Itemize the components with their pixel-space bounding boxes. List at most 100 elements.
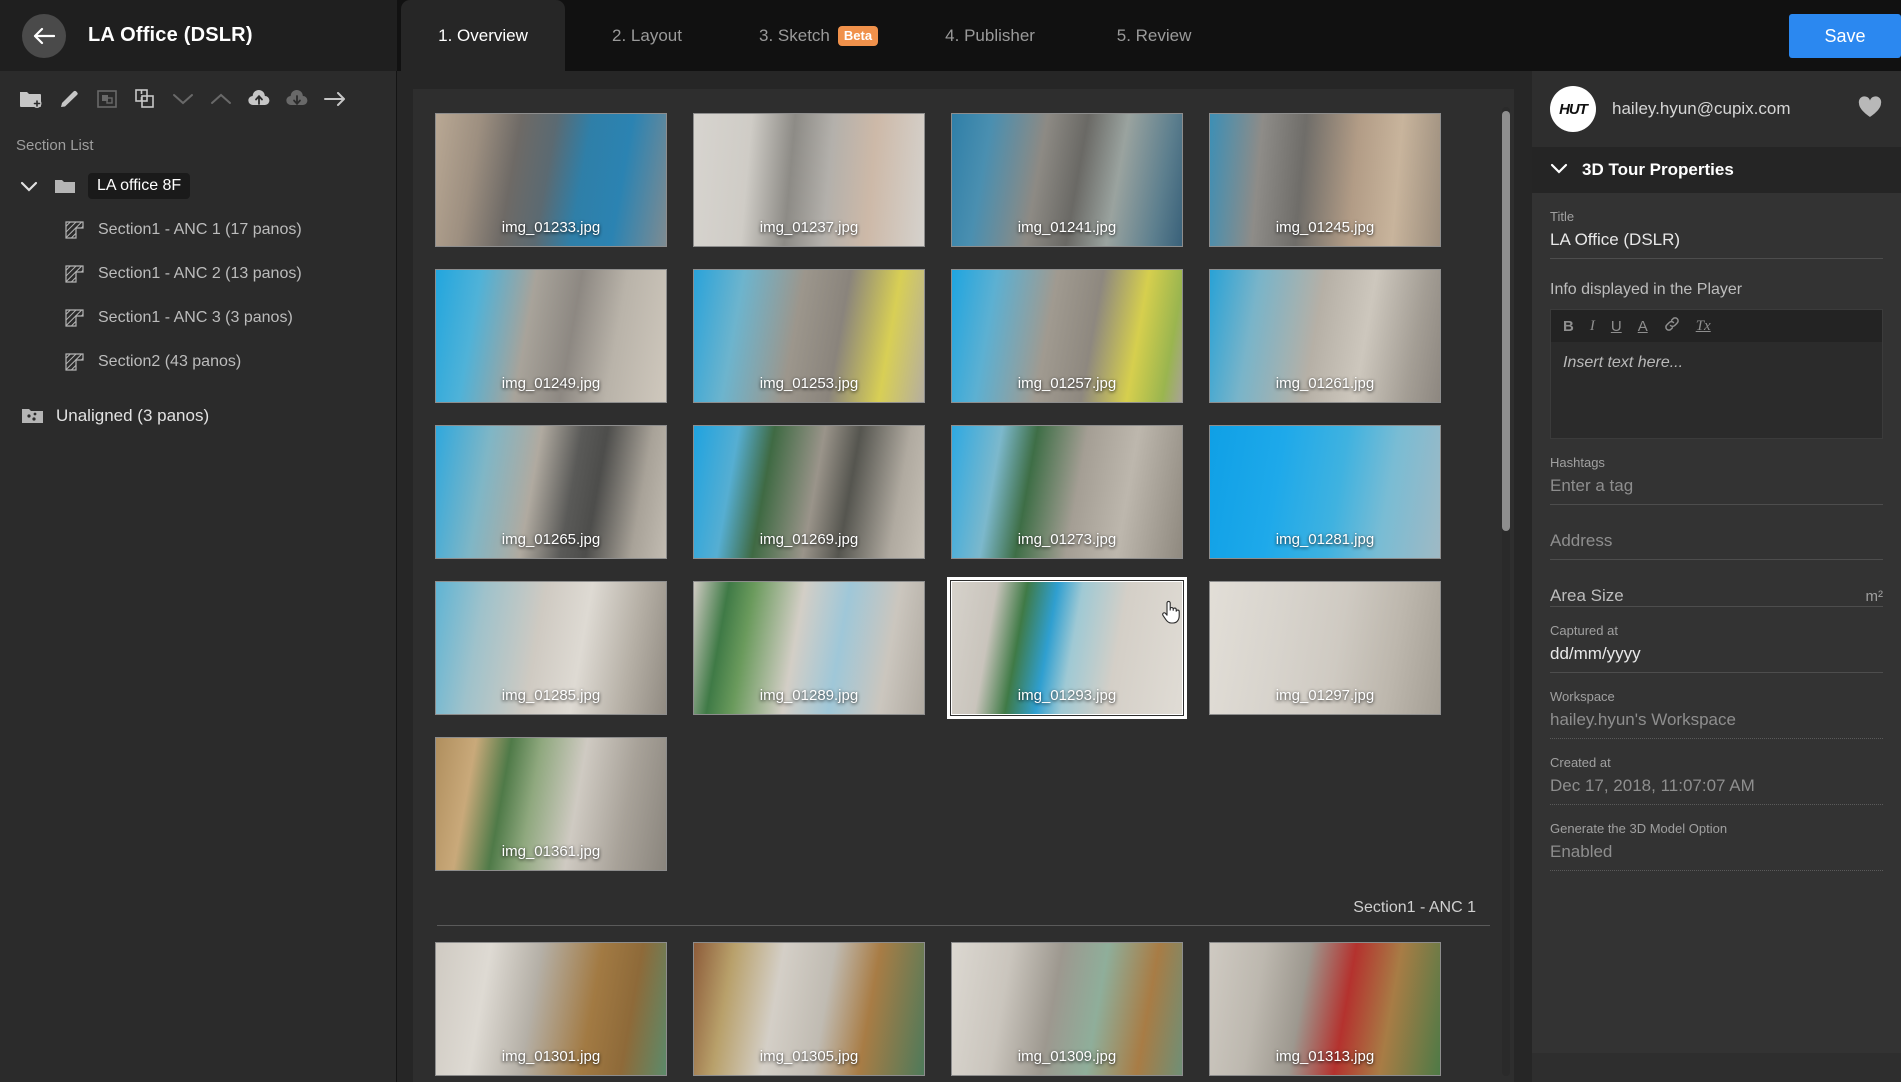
tab-publisher[interactable]: 4. Publisher <box>908 0 1072 71</box>
thumbnail-image <box>1210 270 1440 402</box>
captured-at-input[interactable]: dd/mm/yyyy <box>1550 644 1883 673</box>
link-icon[interactable] <box>1664 316 1680 336</box>
grid-row: img_01249.jpg img_01253.jpg img_01257.jp… <box>435 269 1492 403</box>
panorama-thumbnail[interactable]: img_01285.jpg <box>435 581 667 715</box>
sidebar-item-label: Section2 (43 panos) <box>98 353 241 371</box>
avatar[interactable]: HUT <box>1550 86 1596 132</box>
cloud-upload-icon[interactable] <box>244 84 274 114</box>
thumbnail-image <box>1210 582 1440 714</box>
section-icon <box>62 353 88 371</box>
sidebar-item-section2[interactable]: Section2 (43 panos) <box>0 340 396 384</box>
edit-pencil-icon[interactable] <box>54 84 84 114</box>
thumbnail-image <box>694 114 924 246</box>
rich-text-editor: B I U A Tx Insert text here... <box>1550 309 1883 439</box>
panorama-thumbnail[interactable]: img_01361.jpg <box>435 737 667 871</box>
panorama-thumbnail[interactable]: img_01301.jpg <box>435 942 667 1076</box>
sidebar-item-section1-anc1[interactable]: Section1 - ANC 1 (17 panos) <box>0 208 396 252</box>
arrow-right-icon[interactable] <box>320 84 350 114</box>
tab-overview[interactable]: 1. Overview <box>401 0 565 71</box>
sidebar-item-label: Unaligned (3 panos) <box>56 406 209 426</box>
heart-icon[interactable] <box>1857 95 1883 124</box>
field-hashtags: Hashtags Enter a tag <box>1550 439 1883 505</box>
thumbnail-image <box>436 582 666 714</box>
tab-publisher-label: 4. Publisher <box>945 26 1035 46</box>
field-model-option: Generate the 3D Model Option Enabled <box>1550 805 1883 871</box>
panorama-thumbnail[interactable]: img_01309.jpg <box>951 942 1183 1076</box>
panorama-thumbnail[interactable]: img_01281.jpg <box>1209 425 1441 559</box>
area-size-input[interactable]: Area Size m² <box>1550 586 1883 607</box>
properties-header[interactable]: 3D Tour Properties <box>1532 147 1901 193</box>
model-option-value: Enabled <box>1550 842 1883 871</box>
panorama-thumbnail[interactable]: img_01237.jpg <box>693 113 925 247</box>
underline-icon[interactable]: U <box>1611 318 1622 335</box>
thumbnail-image <box>694 943 924 1075</box>
panorama-thumbnail[interactable]: img_01249.jpg <box>435 269 667 403</box>
panorama-thumbnail[interactable]: img_01253.jpg <box>693 269 925 403</box>
panorama-thumbnail[interactable]: img_01297.jpg <box>1209 581 1441 715</box>
panorama-thumbnail[interactable]: img_01269.jpg <box>693 425 925 559</box>
merge-section-icon[interactable] <box>92 84 122 114</box>
tab-layout[interactable]: 2. Layout <box>565 0 729 71</box>
scrollbar-thumb[interactable] <box>1502 111 1510 531</box>
page-title: LA Office (DSLR) <box>88 24 253 47</box>
clear-format-icon[interactable]: Tx <box>1696 318 1711 335</box>
rte-placeholder[interactable]: Insert text here... <box>1551 342 1882 438</box>
font-color-icon[interactable]: A <box>1638 318 1648 335</box>
panorama-thumbnail[interactable]: img_01305.jpg <box>693 942 925 1076</box>
sidebar-item-section1-anc3[interactable]: Section1 - ANC 3 (3 panos) <box>0 296 396 340</box>
panorama-grid-panel: img_01233.jpg img_01237.jpg img_01241.jp… <box>397 71 1532 1082</box>
field-captured-label: Captured at <box>1550 623 1883 638</box>
panorama-thumbnail[interactable]: img_01241.jpg <box>951 113 1183 247</box>
thumbnail-image <box>1210 943 1440 1075</box>
thumbnail-image <box>952 582 1182 714</box>
grid-row: img_01233.jpg img_01237.jpg img_01241.jp… <box>435 113 1492 247</box>
tab-sketch[interactable]: 3. Sketch Beta <box>729 0 908 71</box>
grid-section-caption: Section1 - ANC 1 <box>437 893 1490 926</box>
section-icon <box>62 309 88 327</box>
add-folder-icon[interactable] <box>16 84 46 114</box>
grid-row: img_01265.jpg img_01269.jpg img_01273.jp… <box>435 425 1492 559</box>
tree-root-folder[interactable]: LA office 8F <box>0 164 396 208</box>
thumbnail-image <box>436 426 666 558</box>
chevron-down-icon[interactable] <box>1550 161 1568 179</box>
panorama-thumbnail[interactable]: img_01313.jpg <box>1209 942 1441 1076</box>
thumbnail-image <box>952 426 1182 558</box>
hashtags-input[interactable]: Enter a tag <box>1550 476 1883 505</box>
field-created-at: Created at Dec 17, 2018, 11:07:07 AM <box>1550 739 1883 805</box>
panorama-thumbnail[interactable]: img_01261.jpg <box>1209 269 1441 403</box>
grid-row: img_01301.jpg img_01305.jpg img_01309.jp… <box>435 942 1492 1076</box>
panorama-thumbnail[interactable]: img_01257.jpg <box>951 269 1183 403</box>
panorama-thumbnail[interactable]: img_01233.jpg <box>435 113 667 247</box>
properties-panel: HUT hailey.hyun@cupix.com 3D Tour Proper… <box>1532 71 1901 1082</box>
chevron-up-icon[interactable] <box>206 84 236 114</box>
panorama-thumbnail[interactable]: img_01289.jpg <box>693 581 925 715</box>
panorama-thumbnail[interactable]: img_01265.jpg <box>435 425 667 559</box>
rte-toolbar: B I U A Tx <box>1551 310 1882 342</box>
italic-icon[interactable]: I <box>1590 318 1595 335</box>
back-button[interactable] <box>22 14 66 58</box>
section-list-label: Section List <box>0 127 396 162</box>
sidebar-item-section1-anc2[interactable]: Section1 - ANC 2 (13 panos) <box>0 252 396 296</box>
sidebar-item-unaligned[interactable]: Unaligned (3 panos) <box>0 394 396 438</box>
thumbnail-image <box>436 738 666 870</box>
chevron-down-icon[interactable] <box>16 181 42 192</box>
thumbnail-image <box>1210 114 1440 246</box>
title-input[interactable]: LA Office (DSLR) <box>1550 230 1883 259</box>
topbar-left-region: LA Office (DSLR) <box>0 0 397 71</box>
tab-sketch-label: 3. Sketch <box>759 26 830 46</box>
cloud-download-icon[interactable] <box>282 84 312 114</box>
properties-title: 3D Tour Properties <box>1582 160 1734 180</box>
bold-icon[interactable]: B <box>1563 318 1574 335</box>
save-button[interactable]: Save <box>1789 14 1901 58</box>
panorama-thumbnail[interactable]: img_01245.jpg <box>1209 113 1441 247</box>
tab-review[interactable]: 5. Review <box>1072 0 1236 71</box>
address-input[interactable]: Address <box>1550 531 1883 560</box>
panorama-thumbnail[interactable]: img_01273.jpg <box>951 425 1183 559</box>
workspace-value: hailey.hyun's Workspace <box>1550 710 1883 739</box>
sidebar-item-label: Section1 - ANC 3 (3 panos) <box>98 309 293 327</box>
chevron-down-icon[interactable] <box>168 84 198 114</box>
panorama-thumbnail-selected[interactable]: img_01293.jpg <box>951 581 1183 715</box>
top-bar: LA Office (DSLR) 1. Overview 2. Layout 3… <box>0 0 1901 71</box>
tab-overview-label: 1. Overview <box>438 26 528 46</box>
split-section-icon[interactable] <box>130 84 160 114</box>
